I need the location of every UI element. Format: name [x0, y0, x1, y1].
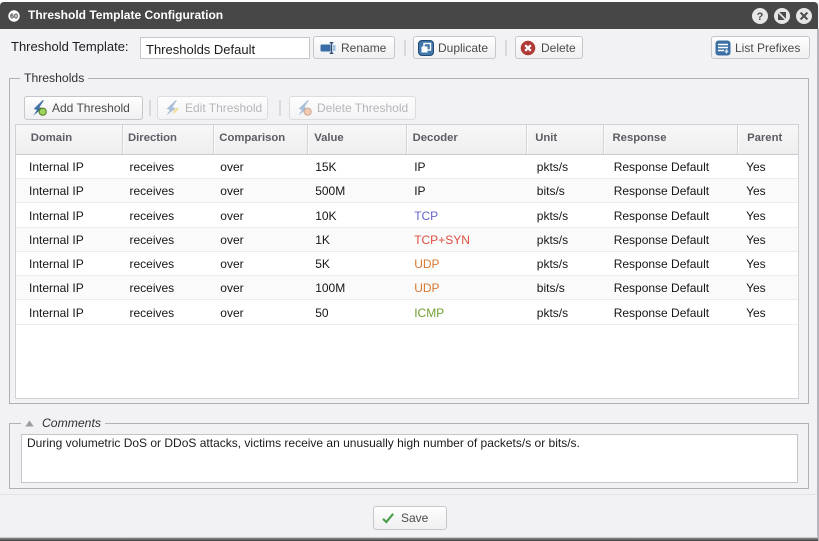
- svg-text:60: 60: [10, 12, 18, 21]
- svg-text:?: ?: [757, 11, 764, 23]
